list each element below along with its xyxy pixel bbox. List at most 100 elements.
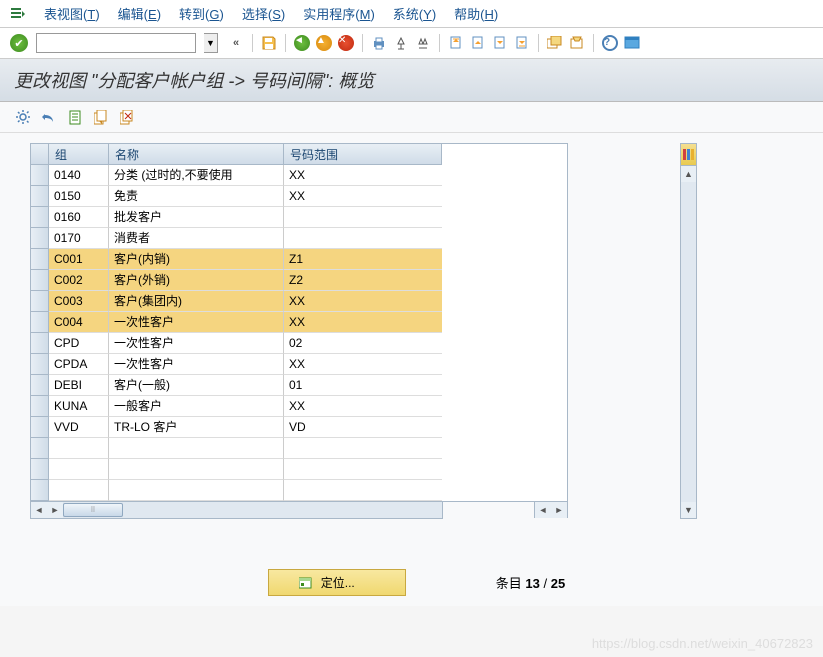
cell-group[interactable]: C002 <box>49 270 109 291</box>
cell-group[interactable]: C003 <box>49 291 109 312</box>
row-selector[interactable] <box>31 249 49 270</box>
col-header-group[interactable]: 组 <box>49 144 109 165</box>
menu-help[interactable]: 帮助(H) <box>454 4 498 23</box>
back-button[interactable]: ◄ <box>292 33 312 53</box>
hscroll2-right-icon[interactable]: ► <box>551 502 567 518</box>
row-selector[interactable] <box>31 312 49 333</box>
cell-range[interactable] <box>284 228 442 249</box>
row-selector[interactable] <box>31 291 49 312</box>
vscroll-up-icon[interactable]: ▲ <box>681 166 696 182</box>
cell-range[interactable]: XX <box>284 186 442 207</box>
first-page-button[interactable] <box>446 33 466 53</box>
row-selector[interactable] <box>31 375 49 396</box>
row-selector[interactable] <box>31 207 49 228</box>
menu-edit[interactable]: 编辑(E) <box>118 4 161 23</box>
cell-name[interactable] <box>109 459 284 480</box>
hscroll-thumb[interactable]: ⠿ <box>63 503 123 517</box>
cell-name[interactable] <box>109 480 284 501</box>
select-all-corner[interactable] <box>31 144 49 165</box>
save-button[interactable] <box>259 33 279 53</box>
cell-group[interactable]: DEBI <box>49 375 109 396</box>
configure-columns-icon[interactable] <box>681 144 696 166</box>
new-entries-button[interactable] <box>66 108 84 126</box>
cell-group[interactable]: CPD <box>49 333 109 354</box>
cell-group[interactable]: CPDA <box>49 354 109 375</box>
cell-group[interactable]: 0150 <box>49 186 109 207</box>
row-selector[interactable] <box>31 270 49 291</box>
cell-name[interactable]: 分类 (过时的,不要使用 <box>109 165 284 186</box>
help-button[interactable]: ? <box>600 33 620 53</box>
cell-name[interactable]: 一般客户 <box>109 396 284 417</box>
change-display-button[interactable] <box>14 108 32 126</box>
cell-name[interactable]: 一次性客户 <box>109 333 284 354</box>
delete-button[interactable] <box>118 108 136 126</box>
menu-dropdown-icon[interactable] <box>10 7 26 21</box>
cell-group[interactable]: VVD <box>49 417 109 438</box>
row-selector[interactable] <box>31 354 49 375</box>
row-selector[interactable] <box>31 165 49 186</box>
hscroll2-left-icon[interactable]: ◄ <box>535 502 551 518</box>
cell-range[interactable] <box>284 459 442 480</box>
cell-name[interactable]: 客户(集团内) <box>109 291 284 312</box>
undo-button[interactable] <box>40 108 58 126</box>
copy-button[interactable] <box>92 108 110 126</box>
cell-range[interactable]: XX <box>284 396 442 417</box>
hscroll-track[interactable]: ⠿ <box>63 502 442 518</box>
row-selector[interactable] <box>31 333 49 354</box>
menu-select[interactable]: 选择(S) <box>242 4 285 23</box>
cell-range[interactable]: XX <box>284 291 442 312</box>
menu-system[interactable]: 系统(Y) <box>393 4 436 23</box>
menu-utilities[interactable]: 实用程序(M) <box>303 4 375 23</box>
row-selector[interactable] <box>31 396 49 417</box>
position-button[interactable]: 定位... <box>268 569 406 596</box>
row-selector[interactable] <box>31 228 49 249</box>
menu-goto[interactable]: 转到(G) <box>179 4 224 23</box>
hscroll-left-icon[interactable]: ◄ <box>31 502 47 518</box>
vertical-scrollbar[interactable]: ▲ ▼ <box>680 143 697 519</box>
cell-name[interactable]: TR-LO 客户 <box>109 417 284 438</box>
cell-range[interactable]: 02 <box>284 333 442 354</box>
cell-group[interactable]: 0160 <box>49 207 109 228</box>
cell-range[interactable] <box>284 207 442 228</box>
cell-range[interactable] <box>284 480 442 501</box>
vscroll-down-icon[interactable]: ▼ <box>681 502 696 518</box>
shortcut-button[interactable] <box>567 33 587 53</box>
vscroll-track[interactable] <box>681 182 696 502</box>
cell-range[interactable]: VD <box>284 417 442 438</box>
cell-group[interactable]: 0140 <box>49 165 109 186</box>
row-selector[interactable] <box>31 417 49 438</box>
print-button[interactable] <box>369 33 389 53</box>
cell-name[interactable]: 客户(内销) <box>109 249 284 270</box>
last-page-button[interactable] <box>512 33 532 53</box>
col-header-range[interactable]: 号码范围 <box>284 144 442 165</box>
cell-group[interactable]: KUNA <box>49 396 109 417</box>
cell-name[interactable]: 消费者 <box>109 228 284 249</box>
find-button[interactable] <box>391 33 411 53</box>
exit-button[interactable]: ▲ <box>314 33 334 53</box>
cell-name[interactable]: 一次性客户 <box>109 312 284 333</box>
cancel-button[interactable]: ✕ <box>336 33 356 53</box>
layout-button[interactable] <box>622 33 642 53</box>
cell-range[interactable]: 01 <box>284 375 442 396</box>
cell-range[interactable]: XX <box>284 312 442 333</box>
cell-name[interactable] <box>109 438 284 459</box>
prev-page-button[interactable] <box>468 33 488 53</box>
cell-group[interactable]: 0170 <box>49 228 109 249</box>
cell-range[interactable]: XX <box>284 354 442 375</box>
row-selector[interactable] <box>31 459 49 480</box>
horizontal-scrollbar[interactable]: ◄ ► ⠿ <box>30 502 443 519</box>
cell-group[interactable] <box>49 480 109 501</box>
cell-group[interactable] <box>49 459 109 480</box>
hscroll-right-icon[interactable]: ► <box>47 502 63 518</box>
cell-name[interactable]: 客户(外销) <box>109 270 284 291</box>
chevron-left-icon[interactable]: « <box>226 33 246 53</box>
cell-range[interactable]: Z1 <box>284 249 442 270</box>
command-field[interactable] <box>36 33 196 53</box>
row-selector[interactable] <box>31 438 49 459</box>
cell-group[interactable] <box>49 438 109 459</box>
next-page-button[interactable] <box>490 33 510 53</box>
cell-name[interactable]: 客户(一般) <box>109 375 284 396</box>
cell-name[interactable]: 免责 <box>109 186 284 207</box>
menu-tableview[interactable]: 表视图(T) <box>44 4 100 23</box>
find-next-button[interactable] <box>413 33 433 53</box>
